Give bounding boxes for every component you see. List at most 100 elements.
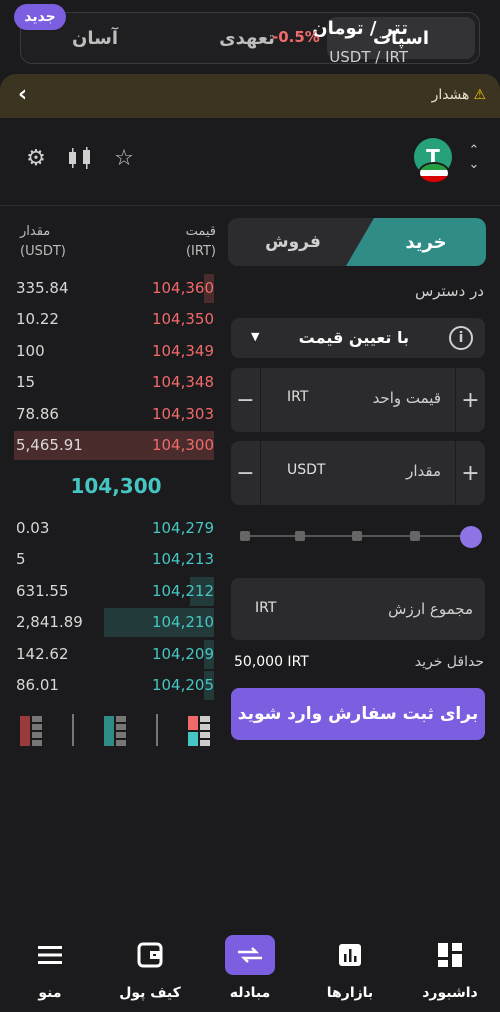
last-price: 104,300 <box>70 474 162 498</box>
bid-row[interactable]: 0.03 104,279 <box>0 514 222 545</box>
iran-flag-icon <box>418 162 450 184</box>
ask-row[interactable]: 78.86 104,303 <box>0 400 222 431</box>
price-change: -0.5% <box>272 28 320 46</box>
chevron-left-icon[interactable]: ‹ <box>18 82 27 107</box>
order-price: 104,213 <box>151 550 214 569</box>
warning-banner[interactable]: ⚠هشدار ‹ <box>0 74 500 118</box>
nav-exchange[interactable]: مبادله <box>210 935 290 1005</box>
order-qty: 10.22 <box>16 310 59 329</box>
order-price: 104,210 <box>151 613 214 632</box>
pair-title[interactable]: تتر / تومان <box>312 18 408 39</box>
decrement-amount-button[interactable]: − <box>231 441 261 505</box>
slider-tick[interactable] <box>352 531 362 541</box>
min-buy-label: حداقل خرید <box>414 654 484 670</box>
available-label: در دسترس <box>414 282 484 300</box>
order-qty: 15 <box>16 373 36 392</box>
warning-text: ⚠هشدار <box>432 87 486 103</box>
star-icon[interactable]: ☆ <box>110 144 138 172</box>
order-qty: 2,841.89 <box>16 613 83 632</box>
order-type-value: با تعیین قیمت <box>298 328 409 347</box>
slider-tick[interactable] <box>295 531 305 541</box>
order-type-select[interactable]: i با تعیین قیمت ▼ <box>231 318 485 358</box>
nav-dashboard[interactable]: داشبورد <box>410 935 490 1005</box>
order-qty: 142.62 <box>16 644 69 663</box>
amount-unit: USDT <box>287 462 326 478</box>
increment-amount-button[interactable]: + <box>455 441 485 505</box>
nav-label: منو <box>38 985 62 1001</box>
wallet-icon <box>125 935 175 975</box>
nav-label: بازارها <box>326 985 374 1001</box>
ask-row[interactable]: 335.84 104,360 <box>0 274 222 305</box>
order-price: 104,350 <box>151 310 214 329</box>
dashboard-icon <box>425 935 475 975</box>
warning-label: هشدار <box>431 87 470 103</box>
pair-symbol: USDT / IRT <box>329 48 408 66</box>
order-qty: 5,465.91 <box>16 436 83 454</box>
order-price: 104,360 <box>151 279 214 297</box>
total-label: مجموع ارزش <box>388 600 473 618</box>
buy-sell-toggle: فروش خرید <box>228 218 486 266</box>
candlestick-chart-icon[interactable] <box>66 144 94 172</box>
qty-header: مقدار (USDT) <box>20 224 66 259</box>
order-qty: 5 <box>16 550 26 569</box>
nav-menu[interactable]: منو <box>10 935 90 1005</box>
nav-markets[interactable]: بازارها <box>310 935 390 1005</box>
order-qty: 335.84 <box>16 279 69 297</box>
buy-tab[interactable]: خرید <box>346 218 486 266</box>
view-both-icon[interactable] <box>188 716 212 746</box>
slider-handle[interactable] <box>460 526 482 548</box>
ask-row[interactable]: 15 104,348 <box>0 368 222 399</box>
view-bids-only-icon[interactable] <box>104 716 128 746</box>
market-type-tabs: اسپات تعهدی آسان <box>20 12 480 64</box>
order-qty: 631.55 <box>16 581 69 600</box>
slider-tick[interactable] <box>410 531 420 541</box>
bid-row[interactable]: 5 104,213 <box>0 545 222 576</box>
nav-label: کیف پول <box>119 985 181 1001</box>
order-price: 104,212 <box>151 581 214 600</box>
ask-row[interactable]: 100 104,349 <box>0 337 222 368</box>
new-badge: جدید <box>14 4 66 30</box>
divider <box>156 714 158 746</box>
total-value-field[interactable]: مجموع ارزش IRT <box>231 578 485 640</box>
total-unit: IRT <box>255 600 277 616</box>
order-qty: 78.86 <box>16 404 59 423</box>
bid-row[interactable]: 142.62 104,209 <box>0 639 222 671</box>
order-qty: 100 <box>16 341 45 360</box>
unit-price-stepper[interactable]: + قیمت واحد IRT − <box>231 368 485 432</box>
order-price: 104,349 <box>151 341 214 360</box>
menu-icon <box>25 935 75 975</box>
caret-down-icon: ▼ <box>251 330 260 343</box>
markets-icon <box>325 935 375 975</box>
view-asks-only-icon[interactable] <box>20 716 44 746</box>
increment-price-button[interactable]: + <box>455 368 485 432</box>
pair-selector-chevrons-icon[interactable]: ⌃ ⌄ <box>464 144 484 172</box>
slider-tick[interactable] <box>240 531 250 541</box>
divider <box>72 714 74 746</box>
ask-row[interactable]: 5,465.91 104,300 <box>0 431 222 462</box>
order-price: 104,300 <box>151 436 214 454</box>
login-to-order-button[interactable]: برای ثبت سفارش وارد شوید <box>231 688 485 740</box>
nav-label: داشبورد <box>422 985 478 1001</box>
bid-row[interactable]: 631.55 104,212 <box>0 576 222 608</box>
bid-row[interactable]: 86.01 104,205 <box>0 671 222 702</box>
unit-price-label: قیمت واحد <box>372 389 441 407</box>
order-price: 104,279 <box>151 519 214 537</box>
order-price: 104,348 <box>151 373 214 392</box>
nav-label: مبادله <box>229 985 271 1001</box>
decrement-price-button[interactable]: − <box>231 368 261 432</box>
min-buy-value: 50,000 IRT <box>234 654 309 670</box>
price-header: قیمت (IRT) <box>185 224 216 259</box>
settings-gear-icon[interactable]: ⚙ <box>22 144 50 172</box>
order-qty: 86.01 <box>16 676 59 694</box>
exchange-icon <box>225 935 275 975</box>
ask-row[interactable]: 10.22 104,350 <box>0 305 222 336</box>
unit-price-unit: IRT <box>287 389 309 405</box>
order-price: 104,303 <box>151 404 214 423</box>
sell-tab[interactable]: فروش <box>228 218 358 266</box>
info-icon[interactable]: i <box>449 326 473 350</box>
order-qty: 0.03 <box>16 519 50 537</box>
nav-wallet[interactable]: کیف پول <box>110 935 190 1005</box>
order-price: 104,209 <box>151 644 214 663</box>
amount-stepper[interactable]: + مقدار USDT − <box>231 441 485 505</box>
bid-row[interactable]: 2,841.89 104,210 <box>0 608 222 639</box>
